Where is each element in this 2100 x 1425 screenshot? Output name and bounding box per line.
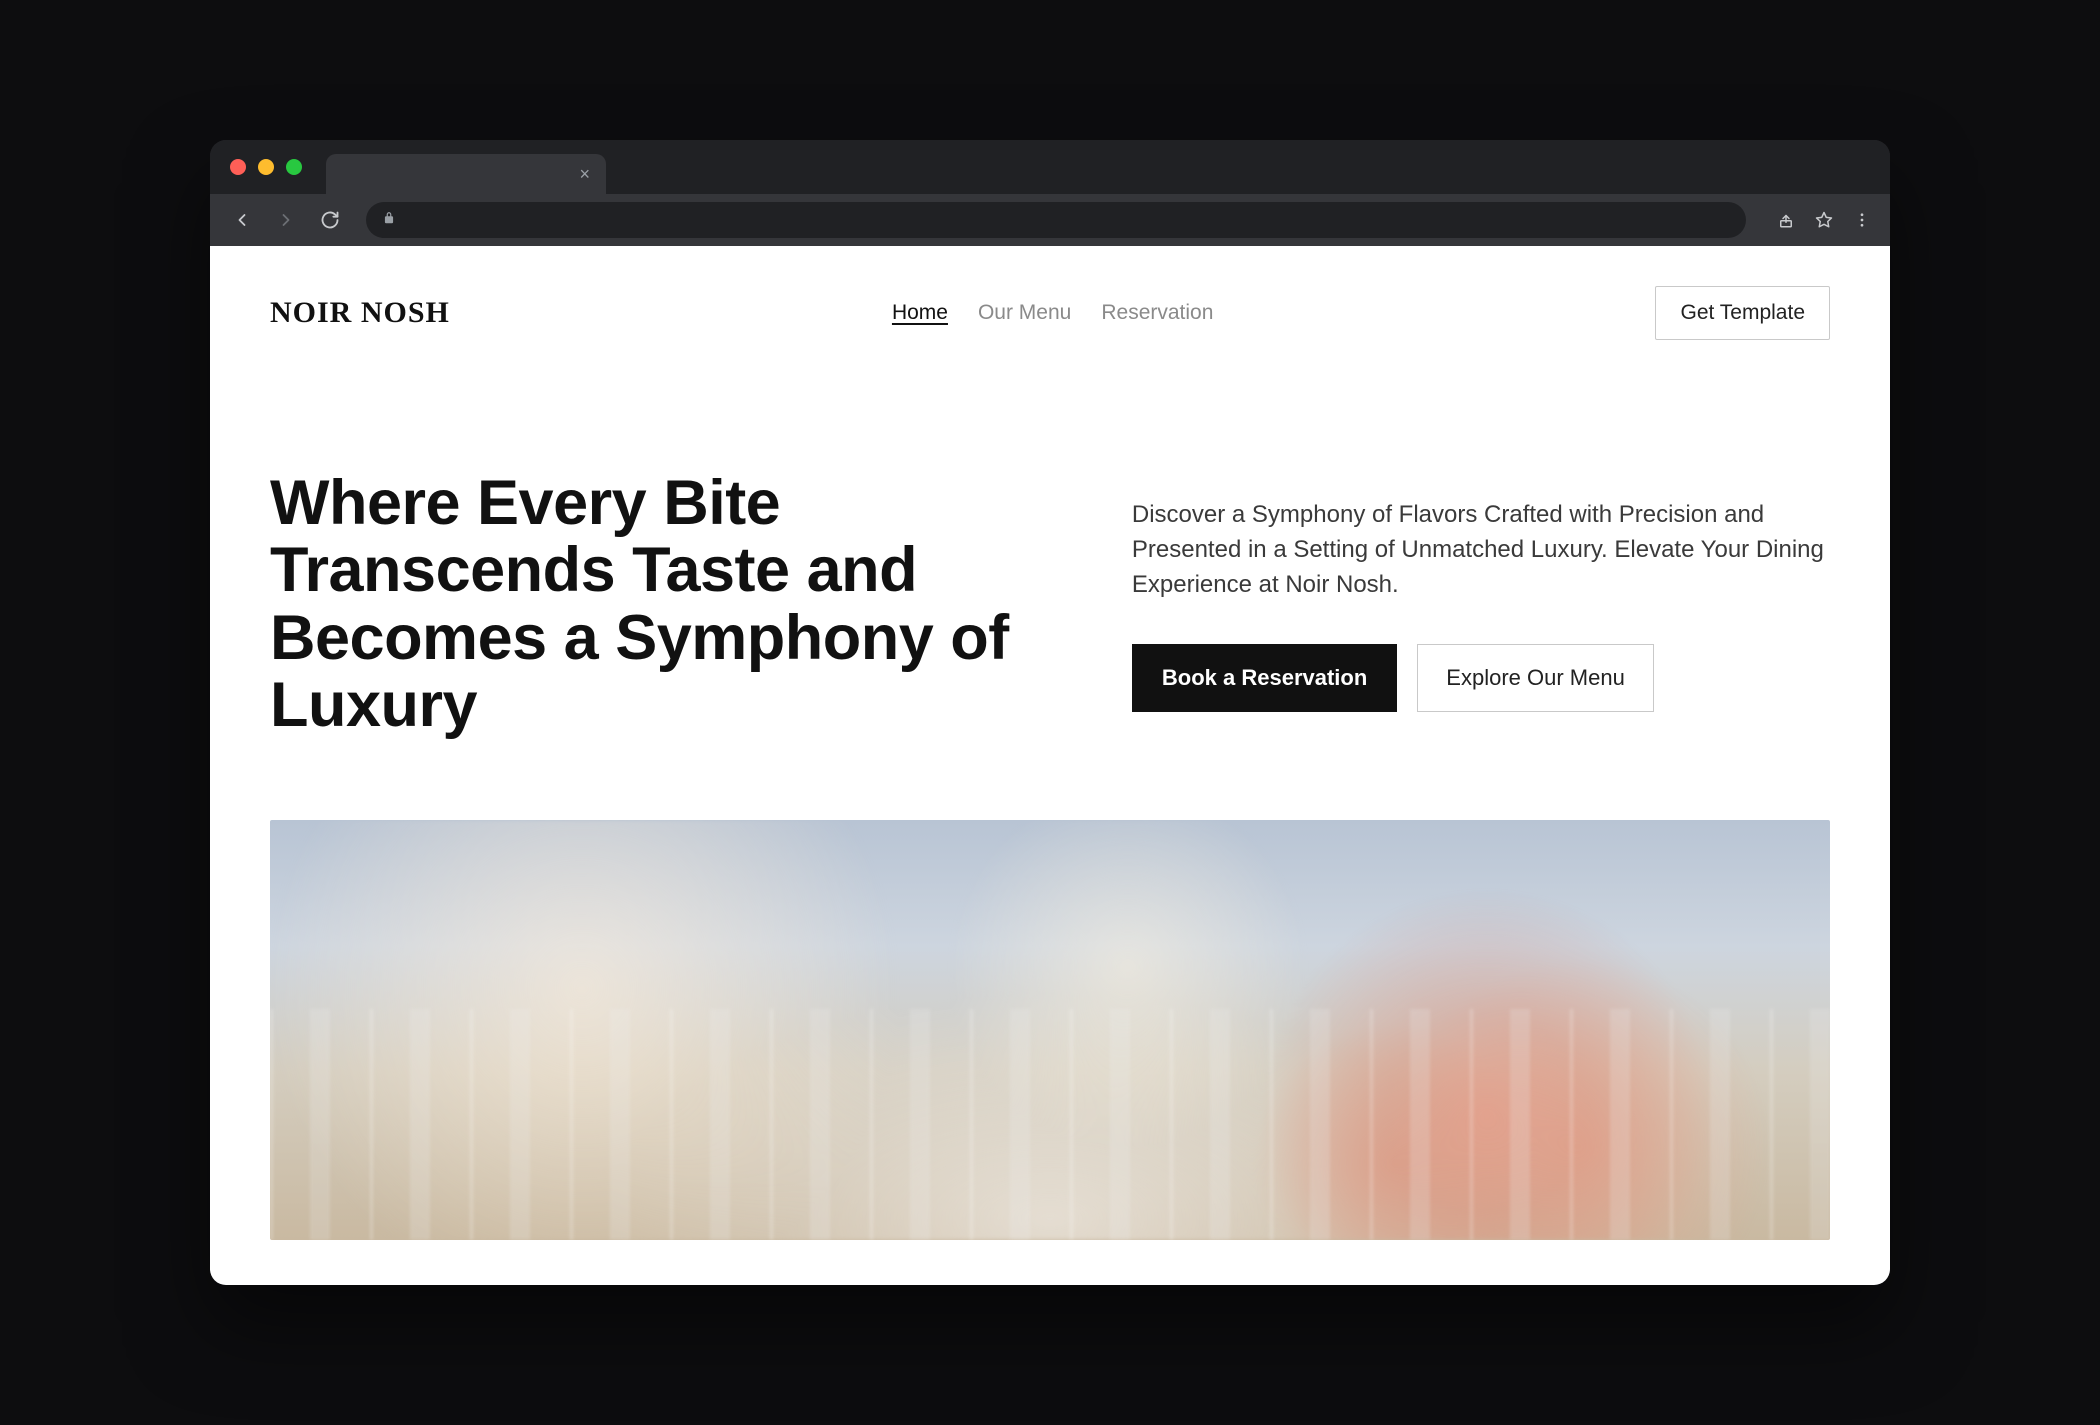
- browser-menu-icon[interactable]: [1850, 208, 1874, 232]
- share-icon[interactable]: [1774, 208, 1798, 232]
- nav-link-home[interactable]: Home: [892, 301, 948, 325]
- hero-subcopy: Discover a Symphony of Flavors Crafted w…: [1132, 498, 1830, 602]
- page-content: NOIR NOSH Home Our Menu Reservation Get …: [210, 246, 1890, 1285]
- book-reservation-button[interactable]: Book a Reservation: [1132, 644, 1397, 712]
- window-maximize-button[interactable]: [286, 159, 302, 175]
- reload-button[interactable]: [314, 204, 346, 236]
- nav-link-our-menu[interactable]: Our Menu: [978, 301, 1071, 325]
- explore-menu-button[interactable]: Explore Our Menu: [1417, 644, 1654, 712]
- hero-headline: Where Every Bite Transcends Taste and Be…: [270, 470, 1052, 740]
- hero-section: Where Every Bite Transcends Taste and Be…: [210, 360, 1890, 800]
- window-minimize-button[interactable]: [258, 159, 274, 175]
- browser-toolbar: [210, 194, 1890, 246]
- traffic-lights: [230, 159, 302, 175]
- lock-icon: [382, 211, 396, 230]
- hero-buttons: Book a Reservation Explore Our Menu: [1132, 644, 1830, 712]
- hero-left: Where Every Bite Transcends Taste and Be…: [270, 470, 1052, 740]
- bookmark-star-icon[interactable]: [1812, 208, 1836, 232]
- browser-tab[interactable]: ×: [326, 154, 606, 194]
- title-bar: ×: [210, 140, 1890, 194]
- url-bar[interactable]: [366, 202, 1746, 238]
- toolbar-right-icons: [1774, 208, 1874, 232]
- back-button[interactable]: [226, 204, 258, 236]
- browser-window: × NOIR: [210, 140, 1890, 1285]
- nav-link-reservation[interactable]: Reservation: [1101, 301, 1213, 325]
- forward-button[interactable]: [270, 204, 302, 236]
- hero-image: [270, 820, 1830, 1240]
- site-header: NOIR NOSH Home Our Menu Reservation Get …: [210, 246, 1890, 360]
- site-logo[interactable]: NOIR NOSH: [270, 296, 450, 330]
- primary-nav: Home Our Menu Reservation: [892, 301, 1213, 325]
- window-close-button[interactable]: [230, 159, 246, 175]
- hero-right: Discover a Symphony of Flavors Crafted w…: [1132, 470, 1830, 740]
- tab-close-icon[interactable]: ×: [579, 165, 590, 183]
- get-template-button[interactable]: Get Template: [1655, 286, 1830, 340]
